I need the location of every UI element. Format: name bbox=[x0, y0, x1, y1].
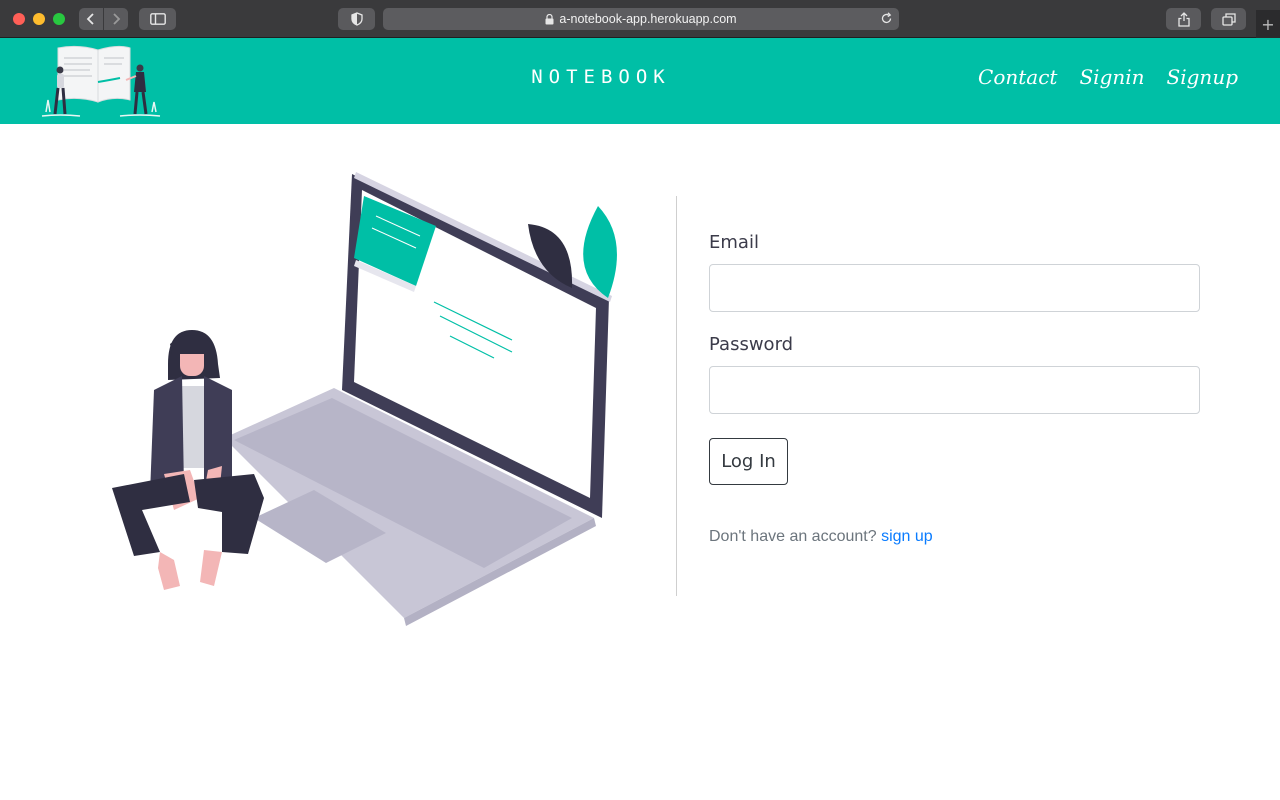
zoom-window-button[interactable] bbox=[53, 13, 65, 25]
password-field[interactable] bbox=[709, 366, 1200, 414]
share-icon bbox=[1177, 11, 1190, 27]
login-form: Email Password Log In Don't have an acco… bbox=[709, 232, 1200, 546]
share-button[interactable] bbox=[1166, 8, 1201, 30]
sidebar-button[interactable] bbox=[139, 8, 176, 30]
close-window-button[interactable] bbox=[13, 13, 25, 25]
plus-icon: + bbox=[1261, 14, 1275, 34]
vertical-divider bbox=[676, 196, 677, 596]
forward-icon bbox=[113, 13, 121, 25]
login-button[interactable]: Log In bbox=[709, 438, 788, 485]
minimize-window-button[interactable] bbox=[33, 13, 45, 25]
email-label: Email bbox=[709, 232, 759, 253]
reload-icon[interactable] bbox=[880, 12, 893, 25]
main-nav: Contact Signin Signup bbox=[978, 65, 1238, 89]
back-button[interactable] bbox=[79, 8, 103, 30]
url-text: a-notebook-app.herokuapp.com bbox=[559, 12, 737, 26]
signup-link[interactable]: sign up bbox=[881, 528, 933, 545]
sidebar-icon bbox=[149, 13, 166, 25]
email-field[interactable] bbox=[709, 264, 1200, 312]
nav-signup-link[interactable]: Signup bbox=[1167, 65, 1238, 89]
woman-figure bbox=[112, 330, 264, 590]
nav-contact-link[interactable]: Contact bbox=[978, 65, 1057, 89]
signup-prompt-text: Don't have an account? bbox=[709, 528, 877, 545]
shield-icon bbox=[350, 12, 363, 26]
privacy-report-button[interactable] bbox=[338, 8, 375, 30]
back-icon bbox=[86, 13, 94, 25]
password-label: Password bbox=[709, 334, 794, 355]
site-header: NOTEBOOK Contact Signin Signup bbox=[0, 38, 1280, 124]
browser-toolbar: a-notebook-app.herokuapp.com + bbox=[0, 0, 1280, 38]
signup-prompt: Don't have an account? sign up bbox=[709, 528, 1200, 546]
laptop-illustration bbox=[112, 172, 617, 626]
lock-icon bbox=[545, 13, 554, 24]
new-tab-button[interactable]: + bbox=[1256, 10, 1280, 38]
forward-button[interactable] bbox=[104, 8, 128, 30]
tab-overview-button[interactable] bbox=[1211, 8, 1246, 30]
address-bar[interactable]: a-notebook-app.herokuapp.com bbox=[383, 8, 899, 30]
nav-signin-link[interactable]: Signin bbox=[1079, 65, 1144, 89]
tabs-icon bbox=[1221, 12, 1236, 26]
